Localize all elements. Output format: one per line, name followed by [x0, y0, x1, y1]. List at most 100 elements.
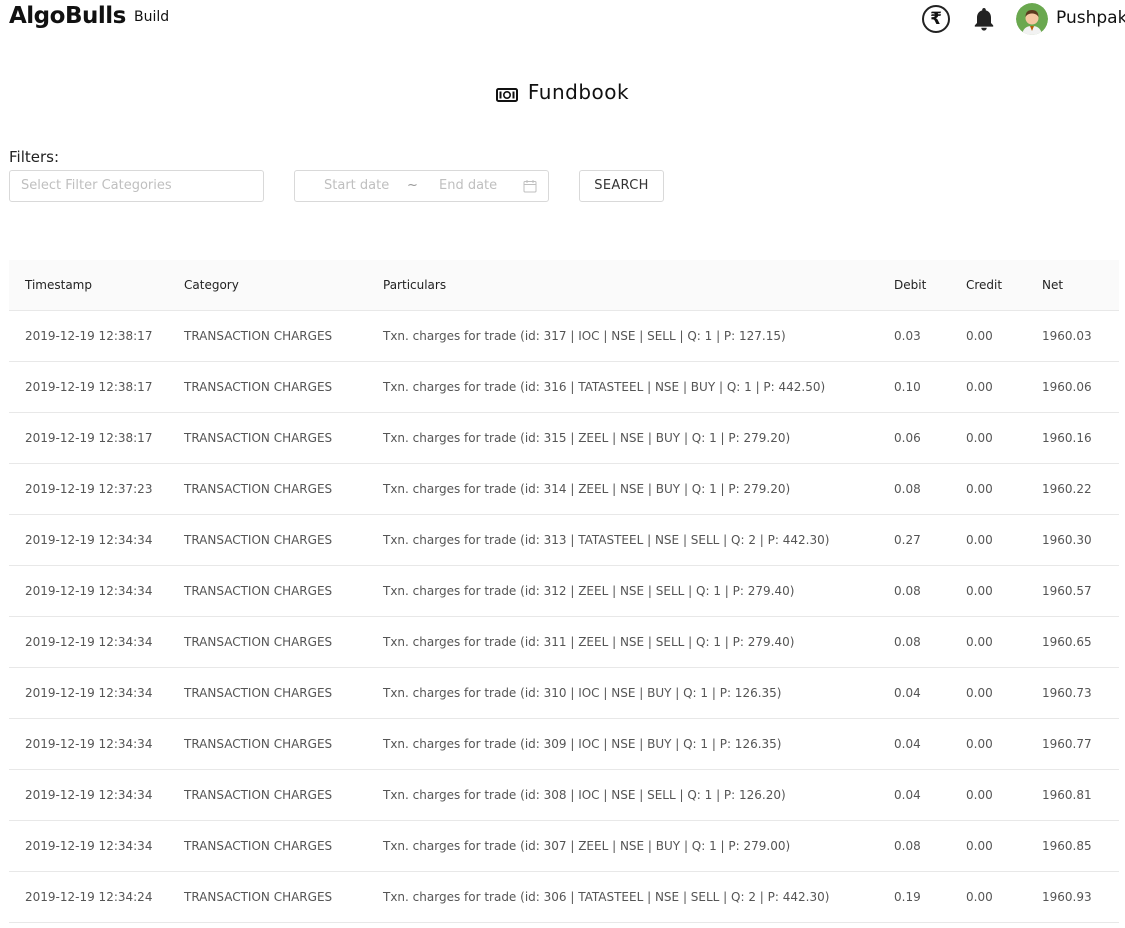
debit-cell: 0.08: [878, 463, 950, 515]
timestamp-cell: 2019-12-19 12:34:34: [9, 565, 168, 617]
brand-logo[interactable]: AlgoBulls: [9, 3, 126, 29]
timestamp-cell: 2019-12-19 12:34:34: [9, 616, 168, 668]
table-header-row: Timestamp Category Particulars Debit Cre…: [9, 260, 1119, 311]
net-cell: 1960.73: [1026, 667, 1119, 719]
debit-cell: 0.04: [878, 718, 950, 770]
page-title: Fundbook: [495, 80, 630, 104]
table-row[interactable]: 2019-12-19 12:34:34 TRANSACTION CHARGES Tx…: [9, 514, 1119, 566]
category-cell: TRANSACTION CHARGES: [168, 820, 367, 872]
particulars-cell: Txn. charges for trade (id: 308 | IOC | …: [367, 769, 878, 821]
particulars-cell: Txn. charges for trade (id: 310 | IOC | …: [367, 667, 878, 719]
net-cell: 1960.57: [1026, 565, 1119, 617]
net-cell: 1960.85: [1026, 820, 1119, 872]
column-header-category[interactable]: Category: [168, 260, 367, 311]
column-header-debit[interactable]: Debit: [878, 260, 950, 311]
particulars-cell: Txn. charges for trade (id: 314 | ZEEL |…: [367, 463, 878, 515]
date-range-picker[interactable]: Start date ~ End date: [294, 170, 549, 202]
credit-cell: 0.00: [950, 616, 1026, 668]
avatar[interactable]: [1016, 3, 1048, 35]
category-cell: TRANSACTION CHARGES: [168, 514, 367, 566]
date-separator: ~: [407, 178, 418, 193]
category-cell: TRANSACTION CHARGES: [168, 565, 367, 617]
particulars-cell: Txn. charges for trade (id: 306 | TATAST…: [367, 871, 878, 923]
column-header-timestamp[interactable]: Timestamp: [9, 260, 168, 311]
credit-cell: 0.00: [950, 412, 1026, 464]
category-cell: TRANSACTION CHARGES: [168, 718, 367, 770]
category-cell: TRANSACTION CHARGES: [168, 412, 367, 464]
debit-cell: 0.27: [878, 514, 950, 566]
calendar-icon[interactable]: [523, 179, 537, 193]
particulars-cell: Txn. charges for trade (id: 312 | ZEEL |…: [367, 565, 878, 617]
table-row[interactable]: 2019-12-19 12:34:24 TRANSACTION CHARGES Tx…: [9, 871, 1119, 923]
credit-cell: 0.00: [950, 565, 1026, 617]
table-row[interactable]: 2019-12-19 12:34:34 TRANSACTION CHARGES Tx…: [9, 565, 1119, 617]
table-row[interactable]: 2019-12-19 12:34:34 TRANSACTION CHARGES Tx…: [9, 769, 1119, 821]
credit-cell: 0.00: [950, 667, 1026, 719]
particulars-cell: Txn. charges for trade (id: 307 | ZEEL |…: [367, 820, 878, 872]
credit-cell: 0.00: [950, 514, 1026, 566]
search-button[interactable]: SEARCH: [579, 170, 664, 202]
particulars-cell: Txn. charges for trade (id: 311 | ZEEL |…: [367, 616, 878, 668]
particulars-cell: Txn. charges for trade (id: 309 | IOC | …: [367, 718, 878, 770]
column-header-credit[interactable]: Credit: [950, 260, 1026, 311]
debit-cell: 0.08: [878, 565, 950, 617]
particulars-cell: Txn. charges for trade (id: 316 | TATAST…: [367, 361, 878, 413]
debit-cell: 0.10: [878, 361, 950, 413]
credit-cell: 0.00: [950, 718, 1026, 770]
rupee-icon[interactable]: ₹: [922, 5, 950, 33]
timestamp-cell: 2019-12-19 12:34:34: [9, 514, 168, 566]
table-row[interactable]: 2019-12-19 12:34:34 TRANSACTION CHARGES Tx…: [9, 667, 1119, 719]
column-header-net[interactable]: Net: [1026, 260, 1119, 311]
timestamp-cell: 2019-12-19 12:34:34: [9, 667, 168, 719]
debit-cell: 0.19: [878, 871, 950, 923]
timestamp-cell: 2019-12-19 12:34:24: [9, 871, 168, 923]
net-cell: 1960.77: [1026, 718, 1119, 770]
debit-cell: 0.08: [878, 616, 950, 668]
filter-category-select[interactable]: Select Filter Categories: [9, 170, 264, 202]
column-header-particulars[interactable]: Particulars: [367, 260, 878, 311]
net-cell: 1960.03: [1026, 310, 1119, 362]
net-cell: 1960.06: [1026, 361, 1119, 413]
table-row[interactable]: 2019-12-19 12:37:23 TRANSACTION CHARGES Tx…: [9, 463, 1119, 515]
category-cell: TRANSACTION CHARGES: [168, 616, 367, 668]
timestamp-cell: 2019-12-19 12:38:17: [9, 361, 168, 413]
username[interactable]: Pushpak: [1056, 8, 1125, 28]
category-cell: TRANSACTION CHARGES: [168, 769, 367, 821]
credit-cell: 0.00: [950, 769, 1026, 821]
table-row[interactable]: 2019-12-19 12:34:34 TRANSACTION CHARGES Tx…: [9, 616, 1119, 668]
timestamp-cell: 2019-12-19 12:34:34: [9, 769, 168, 821]
category-cell: TRANSACTION CHARGES: [168, 310, 367, 362]
timestamp-cell: 2019-12-19 12:37:23: [9, 463, 168, 515]
credit-cell: 0.00: [950, 310, 1026, 362]
credit-cell: 0.00: [950, 871, 1026, 923]
timestamp-cell: 2019-12-19 12:34:34: [9, 718, 168, 770]
table-row[interactable]: 2019-12-19 12:34:34 TRANSACTION CHARGES Tx…: [9, 718, 1119, 770]
category-cell: TRANSACTION CHARGES: [168, 667, 367, 719]
category-cell: TRANSACTION CHARGES: [168, 361, 367, 413]
table-body: 2019-12-19 12:38:17 TRANSACTION CHARGES Tx…: [9, 310, 1119, 923]
debit-cell: 0.08: [878, 820, 950, 872]
end-date-input[interactable]: End date: [439, 178, 497, 193]
debit-cell: 0.06: [878, 412, 950, 464]
page-title-text: Fundbook: [527, 80, 630, 104]
credit-cell: 0.00: [950, 463, 1026, 515]
top-header: AlgoBulls Build ₹ Pushpak: [0, 0, 1125, 40]
nav-build-link[interactable]: Build: [134, 9, 169, 25]
money-icon: [495, 84, 518, 102]
net-cell: 1960.81: [1026, 769, 1119, 821]
credit-cell: 0.00: [950, 361, 1026, 413]
timestamp-cell: 2019-12-19 12:38:17: [9, 412, 168, 464]
particulars-cell: Txn. charges for trade (id: 315 | ZEEL |…: [367, 412, 878, 464]
page-title-container: Fundbook: [0, 80, 1125, 107]
table-row[interactable]: 2019-12-19 12:34:34 TRANSACTION CHARGES Tx…: [9, 820, 1119, 872]
table-row[interactable]: 2019-12-19 12:38:17 TRANSACTION CHARGES Tx…: [9, 412, 1119, 464]
start-date-input[interactable]: Start date: [324, 178, 389, 193]
table-row[interactable]: 2019-12-19 12:38:17 TRANSACTION CHARGES Tx…: [9, 310, 1119, 362]
net-cell: 1960.22: [1026, 463, 1119, 515]
fundbook-table: Timestamp Category Particulars Debit Cre…: [9, 260, 1119, 923]
bell-icon[interactable]: [971, 6, 997, 32]
debit-cell: 0.03: [878, 310, 950, 362]
debit-cell: 0.04: [878, 769, 950, 821]
debit-cell: 0.04: [878, 667, 950, 719]
table-row[interactable]: 2019-12-19 12:38:17 TRANSACTION CHARGES Tx…: [9, 361, 1119, 413]
